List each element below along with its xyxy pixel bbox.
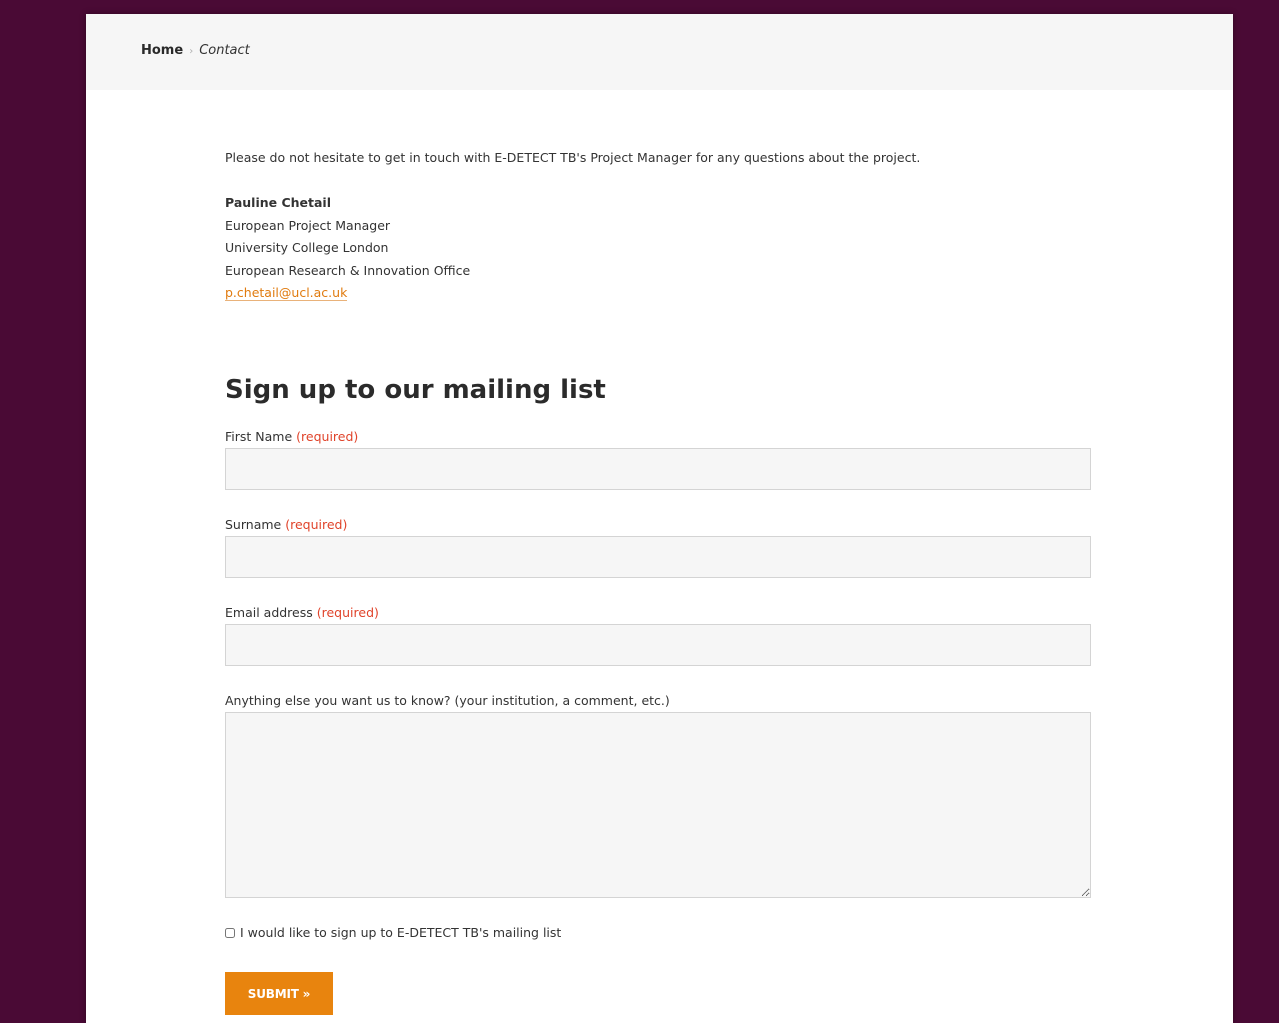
page-container: Home › Contact Please do not hesitate to g… [86, 14, 1233, 1023]
first-name-label: First Name (required) [225, 429, 358, 444]
intro-text: Please do not hesitate to get in touch w… [225, 150, 921, 165]
comment-textarea[interactable] [225, 712, 1091, 898]
first-name-label-text: First Name [225, 429, 293, 444]
surname-label: Surname (required) [225, 517, 347, 532]
surname-label-text: Surname [225, 517, 282, 532]
mailing-list-checkbox[interactable] [225, 927, 235, 938]
surname-input[interactable] [225, 536, 1091, 578]
comment-label: Anything else you want us to know? (your… [225, 693, 670, 708]
required-marker: (required) [285, 517, 348, 532]
email-input[interactable] [225, 624, 1091, 666]
mailing-list-checkbox-label: I would like to sign up to E-DETECT TB's… [240, 925, 562, 940]
submit-button[interactable]: SUBMIT » [225, 972, 333, 1015]
first-name-input[interactable] [225, 448, 1091, 490]
form-title: Sign up to our mailing list [225, 375, 606, 405]
contact-email-link[interactable]: p.chetail@ucl.ac.uk [225, 285, 348, 301]
email-label: Email address (required) [225, 605, 379, 620]
main-content: Please do not hesitate to get in touch w… [225, 14, 1093, 1023]
contact-block: Pauline Chetail European Project Manager… [225, 192, 470, 305]
required-marker: (required) [316, 605, 379, 620]
contact-name: Pauline Chetail [225, 195, 331, 210]
email-label-text: Email address [225, 605, 313, 620]
breadcrumb-home-link[interactable]: Home [141, 43, 183, 58]
mailing-list-checkbox-row[interactable]: I would like to sign up to E-DETECT TB's… [225, 925, 561, 940]
contact-institution: University College London [225, 240, 389, 255]
contact-office: European Research & Innovation Office [225, 262, 471, 278]
breadcrumb-separator-icon: › [189, 46, 194, 57]
contact-role: European Project Manager [225, 217, 391, 233]
required-marker: (required) [296, 429, 359, 444]
